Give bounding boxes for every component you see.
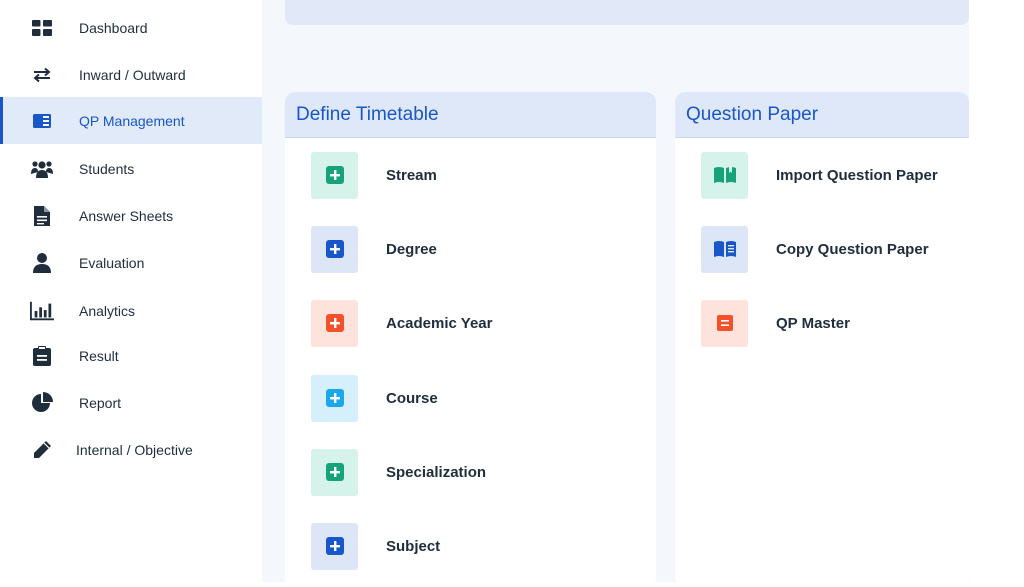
specialization-item[interactable]: Specialization [311,448,486,496]
sidebar-item-report[interactable]: Report [0,379,262,426]
degree-item[interactable]: Degree [311,225,437,273]
item-label: Subject [386,537,441,555]
document-icon [30,204,54,228]
plus-square-icon [311,225,358,273]
bar-chart-icon [30,299,54,323]
course-item[interactable]: Course [311,374,438,422]
sidebar: Dashboard Inward / Outward QP Management… [0,0,262,582]
question-paper-card: Question Paper Import Question Paper Cop… [675,92,969,587]
plus-square-icon [311,448,358,496]
sidebar-item-internal-objective[interactable]: Internal / Objective [0,426,262,473]
main-content: Define Timetable Stream Degree Academic … [262,0,1024,587]
plus-square-icon [311,374,358,422]
import-question-paper-item[interactable]: Import Question Paper [701,151,938,199]
sidebar-item-label: Report [79,394,122,411]
sidebar-item-inward-outward[interactable]: Inward / Outward [0,51,262,98]
sidebar-item-label: Inward / Outward [79,66,186,83]
item-label: Degree [386,240,437,258]
sidebar-item-label: Answer Sheets [79,207,174,224]
book-open-reader-icon [701,225,748,273]
dashboard-icon [30,16,54,40]
define-timetable-card: Define Timetable Stream Degree Academic … [285,92,656,587]
qp-master-item[interactable]: QP Master [701,299,850,347]
clipboard-icon [30,344,54,368]
users-icon [30,157,54,181]
open-book-icon [701,151,748,199]
sidebar-item-label: Dashboard [79,19,148,36]
sidebar-item-qp-management[interactable]: QP Management [0,97,262,144]
user-icon [30,251,54,275]
sidebar-item-dashboard[interactable]: Dashboard [0,4,262,51]
sidebar-item-label: Students [79,160,135,177]
sidebar-item-label: Result [79,347,119,364]
sidebar-item-students[interactable]: Students [0,145,262,192]
book-icon [30,109,54,133]
sidebar-item-label: Internal / Objective [76,441,193,458]
sidebar-item-evaluation[interactable]: Evaluation [0,239,262,286]
item-label: Specialization [386,463,487,481]
sidebar-item-result[interactable]: Result [0,332,262,379]
copy-question-paper-item[interactable]: Copy Question Paper [701,225,929,273]
sidebar-item-answer-sheets[interactable]: Answer Sheets [0,192,262,239]
right-panel [969,0,1024,582]
sidebar-item-analytics[interactable]: Analytics [0,287,262,334]
pencil-icon [30,438,54,462]
card-title: Define Timetable [296,103,439,125]
list-square-icon [701,299,748,347]
sidebar-item-label: Evaluation [79,254,145,271]
card-header: Define Timetable [285,92,656,138]
item-label: Copy Question Paper [776,240,929,258]
subject-item[interactable]: Subject [311,522,440,570]
plus-square-icon [311,299,358,347]
card-title: Question Paper [686,103,819,125]
item-label: Course [386,389,438,407]
stream-item[interactable]: Stream [311,151,437,199]
item-label: Academic Year [386,314,493,332]
item-label: Stream [386,166,437,184]
card-header: Question Paper [675,92,969,138]
item-label: Import Question Paper [776,166,938,184]
top-banner [285,0,969,25]
sidebar-item-label: QP Management [79,112,185,129]
academic-year-item[interactable]: Academic Year [311,299,492,347]
pie-chart-icon [30,391,54,415]
plus-square-icon [311,151,358,199]
plus-square-icon [311,522,358,570]
item-label: QP Master [776,314,850,332]
sidebar-item-label: Analytics [79,302,136,319]
swap-arrows-icon [30,63,54,87]
